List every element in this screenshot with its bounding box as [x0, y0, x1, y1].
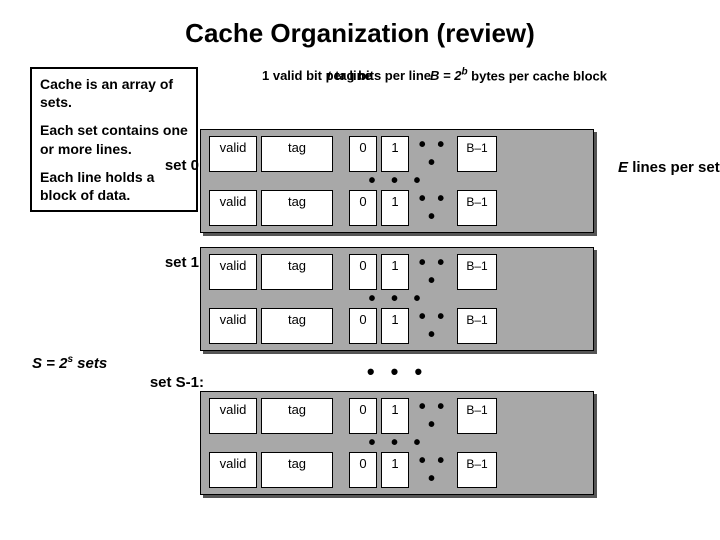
description-box: Cache is an array of sets. Each set cont… — [30, 67, 198, 212]
byte-cell: 1 — [381, 452, 409, 488]
cache-line: valid tag 0 1 • • • B–1 — [209, 190, 585, 226]
byte-cell: 0 — [349, 308, 377, 344]
ellipsis-icon: • • • — [413, 452, 453, 488]
cache-line: valid tag 0 1 • • • B–1 — [209, 136, 585, 172]
byte-cell: 1 — [381, 190, 409, 226]
e-text: lines per set — [632, 159, 720, 176]
desc-p2: Each set contains one or more lines. — [40, 121, 188, 157]
ellipsis-icon: • • • — [200, 359, 594, 385]
byte-cell: 0 — [349, 398, 377, 434]
byte-cell: 0 — [349, 254, 377, 290]
header-valid: 1 valid bit per line — [262, 69, 327, 84]
byte-cell: 1 — [381, 398, 409, 434]
column-headers: 1 valid bit per line t tag bits per line… — [262, 67, 670, 84]
page-title: Cache Organization (review) — [0, 0, 720, 49]
set0-label: set 0: — [144, 157, 204, 174]
byte-cell-last: B–1 — [457, 254, 497, 290]
cache-line: valid tag 0 1 • • • B–1 — [209, 254, 585, 290]
setS-label: set S-1: — [144, 374, 204, 391]
tag-cell: tag — [261, 190, 333, 226]
byte-cell-last: B–1 — [457, 308, 497, 344]
valid-cell: valid — [209, 136, 257, 172]
tag-cell: tag — [261, 452, 333, 488]
byte-cell: 1 — [381, 136, 409, 172]
diagram-content: Cache is an array of sets. Each set cont… — [0, 49, 720, 59]
set1-block: valid tag 0 1 • • • B–1 • • • valid tag … — [200, 247, 594, 351]
valid-cell: valid — [209, 398, 257, 434]
s-suffix: sets — [73, 355, 107, 372]
byte-cell: 0 — [349, 190, 377, 226]
tag-cell: tag — [261, 136, 333, 172]
header-tag: t tag bits per line — [327, 69, 412, 84]
header-bytes: B = 2b bytes per cache block — [430, 67, 670, 84]
byte-cell: 1 — [381, 254, 409, 290]
set0-block: valid tag 0 1 • • • B–1 • • • valid tag … — [200, 129, 594, 233]
ellipsis-icon: • • • — [413, 398, 453, 434]
tag-cell: tag — [261, 308, 333, 344]
ellipsis-icon: • • • — [413, 136, 453, 172]
ellipsis-icon: • • • — [413, 308, 453, 344]
tag-cell: tag — [261, 398, 333, 434]
ellipsis-icon: • • • — [209, 434, 585, 452]
byte-cell: 0 — [349, 452, 377, 488]
cache-line: valid tag 0 1 • • • B–1 — [209, 308, 585, 344]
ellipsis-icon: • • • — [209, 172, 585, 190]
desc-p1: Cache is an array of sets. — [40, 75, 188, 111]
valid-cell: valid — [209, 190, 257, 226]
s-prefix: S = 2 — [32, 355, 67, 372]
setS-block: valid tag 0 1 • • • B–1 • • • valid tag … — [200, 391, 594, 495]
ellipsis-icon: • • • — [209, 290, 585, 308]
byte-cell: 1 — [381, 308, 409, 344]
byte-cell-last: B–1 — [457, 190, 497, 226]
header-bytes-suffix: bytes per cache block — [468, 68, 607, 83]
e-lines-label: E lines per set — [618, 159, 720, 177]
ellipsis-icon: • • • — [413, 254, 453, 290]
e-prefix: E — [618, 159, 632, 176]
valid-cell: valid — [209, 254, 257, 290]
byte-cell: 0 — [349, 136, 377, 172]
tag-cell: tag — [261, 254, 333, 290]
set1-label: set 1: — [144, 254, 204, 271]
cache-line: valid tag 0 1 • • • B–1 — [209, 398, 585, 434]
valid-cell: valid — [209, 452, 257, 488]
valid-cell: valid — [209, 308, 257, 344]
ellipsis-icon: • • • — [413, 190, 453, 226]
header-bytes-prefix: B = 2 — [430, 68, 461, 83]
header-tag-text: tag bits per line — [331, 68, 431, 83]
cache-line: valid tag 0 1 • • • B–1 — [209, 452, 585, 488]
cache-diagram: set 0: valid tag 0 1 • • • B–1 • • • val… — [200, 129, 594, 509]
byte-cell-last: B–1 — [457, 398, 497, 434]
byte-cell-last: B–1 — [457, 136, 497, 172]
byte-cell-last: B–1 — [457, 452, 497, 488]
s-sets-label: S = 2s sets — [32, 354, 107, 372]
